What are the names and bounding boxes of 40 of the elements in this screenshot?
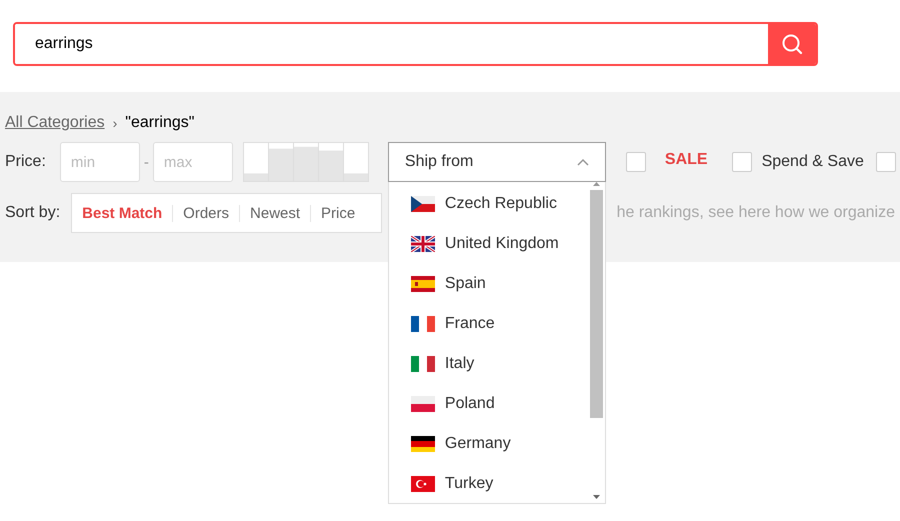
search-icon bbox=[781, 33, 803, 55]
price-label: Price: bbox=[5, 153, 46, 171]
filter-label: SALE bbox=[664, 151, 708, 169]
flag-icon bbox=[410, 356, 435, 372]
price-histogram[interactable] bbox=[242, 142, 369, 182]
country-option[interactable]: Italy bbox=[388, 344, 588, 384]
country-option[interactable]: Czech Republic bbox=[388, 184, 588, 224]
checkbox[interactable] bbox=[732, 152, 752, 172]
flag-icon bbox=[410, 436, 435, 452]
flag-icon bbox=[410, 316, 435, 332]
filter-label: Spend & Save bbox=[762, 153, 864, 171]
country-option[interactable]: Germany bbox=[388, 424, 588, 464]
chevron-icon bbox=[576, 158, 589, 166]
breadcrumb-separator: › bbox=[112, 115, 118, 131]
ship-from-dropdown[interactable]: Ship from bbox=[388, 142, 606, 182]
max-price-field[interactable]: max bbox=[152, 142, 233, 182]
country-option[interactable]: France bbox=[388, 304, 588, 344]
sort-option[interactable]: Best Match bbox=[72, 204, 172, 222]
flag-icon bbox=[410, 396, 435, 412]
min-price-field[interactable]: min bbox=[60, 142, 140, 182]
checkbox[interactable] bbox=[626, 152, 646, 172]
country-option[interactable]: Turkey bbox=[388, 464, 588, 504]
country-option[interactable]: Poland bbox=[388, 384, 588, 424]
search-button[interactable] bbox=[768, 24, 816, 64]
breadcrumb-current: "earrings" bbox=[125, 114, 194, 132]
sort-option[interactable]: Price bbox=[310, 204, 356, 222]
sort-option[interactable]: Newest bbox=[239, 204, 310, 222]
scroll-down-icon[interactable] bbox=[592, 495, 600, 499]
country-option[interactable]: United Kingdom bbox=[388, 224, 588, 264]
price-dash: - bbox=[142, 154, 150, 170]
breadcrumb-link[interactable]: All Categories bbox=[5, 114, 105, 132]
flag-icon bbox=[410, 196, 435, 212]
flag-icon bbox=[410, 276, 435, 292]
checkbox[interactable] bbox=[876, 152, 896, 172]
sort-option[interactable]: Orders bbox=[172, 204, 240, 222]
ranking-note: he rankings, see here how we organize bbox=[616, 204, 895, 222]
country-option[interactable]: Spain bbox=[388, 264, 588, 304]
sort-label: Sort by: bbox=[5, 204, 60, 222]
flag-icon bbox=[410, 236, 435, 252]
flag-icon bbox=[410, 476, 435, 492]
